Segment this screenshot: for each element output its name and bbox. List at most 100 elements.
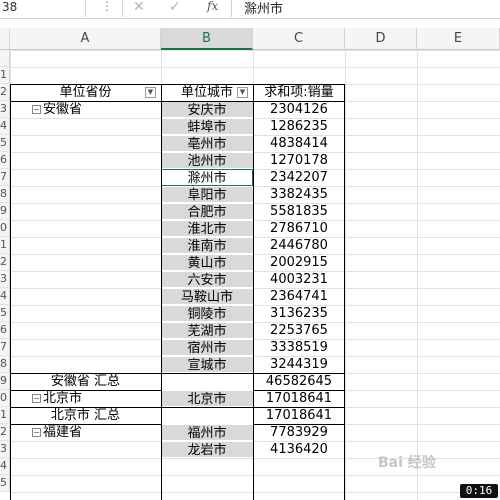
pivot-city-cell[interactable]: 北京市	[161, 390, 253, 407]
name-box[interactable]: 38	[0, 0, 86, 17]
row-header[interactable]: 9	[0, 373, 10, 390]
pivot-value-cell[interactable]: 17018641	[253, 390, 345, 407]
pivot-value-cell[interactable]: 4136420	[253, 441, 345, 458]
pivot-province-cell[interactable]	[10, 254, 161, 271]
pivot-province-cell[interactable]	[10, 237, 161, 254]
pivot-province-cell[interactable]	[10, 288, 161, 305]
pivot-value-cell[interactable]: 1286235	[253, 118, 345, 135]
pivot-province-cell[interactable]	[10, 152, 161, 169]
row-header[interactable]: 3	[0, 271, 10, 288]
row-header[interactable]: 0	[0, 390, 10, 407]
column-header-e[interactable]: E	[417, 28, 500, 50]
pivot-city-cell[interactable]: 合肥市	[161, 203, 253, 220]
row-header[interactable]	[0, 50, 10, 67]
row-header[interactable]: 5	[0, 305, 10, 322]
row-header[interactable]: 5	[0, 475, 10, 492]
pivot-city-cell[interactable]: 马鞍山市	[161, 288, 253, 305]
pivot-city-cell[interactable]: 铜陵市	[161, 305, 253, 322]
pivot-city-cell[interactable]: 六安市	[161, 271, 253, 288]
pivot-city-cell[interactable]: 龙岩市	[161, 441, 253, 458]
pivot-city-cell[interactable]: 宣城市	[161, 356, 253, 373]
pivot-city-cell[interactable]	[161, 373, 253, 390]
row-header[interactable]: 6	[0, 152, 10, 169]
row-header[interactable]: 8	[0, 186, 10, 203]
pivot-value-cell[interactable]: 46582645	[253, 373, 345, 390]
row-header[interactable]: 0	[0, 220, 10, 237]
row-header[interactable]: 4	[0, 118, 10, 135]
pivot-value-cell[interactable]: 5581835	[253, 203, 345, 220]
insert-function-icon[interactable]: fx	[207, 0, 218, 13]
row-header[interactable]: 2	[0, 424, 10, 441]
confirm-icon[interactable]: ✓	[169, 0, 181, 15]
column-header-b[interactable]: B	[161, 28, 253, 50]
row-header[interactable]: 1	[0, 407, 10, 424]
pivot-city-cell[interactable]: 黄山市	[161, 254, 253, 271]
pivot-city-cell[interactable]: 宿州市	[161, 339, 253, 356]
formula-input[interactable]: 滁州市	[244, 0, 283, 17]
pivot-province-cell[interactable]	[10, 135, 161, 152]
pivot-province-cell[interactable]	[10, 186, 161, 203]
pivot-value-cell[interactable]: 3244319	[253, 356, 345, 373]
pivot-province-cell[interactable]	[10, 271, 161, 288]
pivot-province-cell[interactable]	[10, 118, 161, 135]
pivot-province-cell[interactable]	[10, 322, 161, 339]
select-all-corner[interactable]	[0, 28, 10, 50]
pivot-province-cell[interactable]	[10, 356, 161, 373]
pivot-value-cell[interactable]: 17018641	[253, 407, 345, 424]
row-header[interactable]: 6	[0, 322, 10, 339]
collapse-icon[interactable]: −	[32, 394, 41, 403]
row-header[interactable]: 5	[0, 135, 10, 152]
column-header-c[interactable]: C	[253, 28, 345, 50]
row-header[interactable]: 1	[0, 67, 10, 84]
pivot-city-cell[interactable]: 池州市	[161, 152, 253, 169]
pivot-city-cell[interactable]: 安庆市	[161, 101, 253, 118]
pivot-province-cell[interactable]	[10, 169, 161, 186]
pivot-value-cell[interactable]: 2304126	[253, 101, 345, 118]
pivot-province-cell[interactable]	[10, 305, 161, 322]
pivot-value-cell[interactable]: 2364741	[253, 288, 345, 305]
pivot-province-cell[interactable]	[10, 339, 161, 356]
active-cell[interactable]: 滁州市	[161, 169, 253, 186]
pivot-city-cell[interactable]: 亳州市	[161, 135, 253, 152]
row-header[interactable]: 7	[0, 339, 10, 356]
pivot-province-cell[interactable]	[10, 220, 161, 237]
pivot-value-cell[interactable]: 3338519	[253, 339, 345, 356]
filter-dropdown-icon[interactable]: ▼	[237, 87, 248, 98]
pivot-province-cell[interactable]: − 北京市	[10, 390, 161, 407]
pivot-value-cell[interactable]: 2002915	[253, 254, 345, 271]
pivot-province-cell[interactable]: 安徽省 汇总	[10, 373, 161, 390]
pivot-value-cell[interactable]: 3136235	[253, 305, 345, 322]
row-header[interactable]: 9	[0, 203, 10, 220]
row-header[interactable]: 4	[0, 458, 10, 475]
pivot-city-cell[interactable]: 淮南市	[161, 237, 253, 254]
pivot-value-cell[interactable]: 3382435	[253, 186, 345, 203]
pivot-province-cell[interactable]: − 安徽省	[10, 101, 161, 118]
pivot-province-cell[interactable]	[10, 441, 161, 458]
pivot-value-cell[interactable]: 2342207	[253, 169, 345, 186]
pivot-province-cell[interactable]	[10, 203, 161, 220]
pivot-province-cell[interactable]: 北京市 汇总	[10, 407, 161, 424]
pivot-value-cell[interactable]: 1270178	[253, 152, 345, 169]
filter-dropdown-icon[interactable]: ▼	[145, 87, 156, 98]
row-header[interactable]: 3	[0, 101, 10, 118]
row-header[interactable]: 1	[0, 237, 10, 254]
row-header[interactable]: 2	[0, 254, 10, 271]
more-options-icon[interactable]: ⋮	[101, 0, 113, 13]
pivot-value-cell[interactable]: 4838414	[253, 135, 345, 152]
row-header[interactable]: 7	[0, 169, 10, 186]
pivot-value-cell[interactable]: 4003231	[253, 271, 345, 288]
pivot-province-cell[interactable]: − 福建省	[10, 424, 161, 441]
pivot-city-cell[interactable]: 芜湖市	[161, 322, 253, 339]
pivot-value-cell[interactable]: 2786710	[253, 220, 345, 237]
pivot-city-cell[interactable]	[161, 407, 253, 424]
row-header[interactable]: 4	[0, 288, 10, 305]
column-header-d[interactable]: D	[345, 28, 417, 50]
column-header-a[interactable]: A	[10, 28, 161, 50]
row-header[interactable]: 2	[0, 84, 10, 101]
pivot-city-cell[interactable]: 福州市	[161, 424, 253, 441]
row-header[interactable]: 3	[0, 441, 10, 458]
pivot-city-cell[interactable]: 阜阳市	[161, 186, 253, 203]
pivot-value-cell[interactable]: 7783929	[253, 424, 345, 441]
pivot-value-cell[interactable]: 2253765	[253, 322, 345, 339]
pivot-header-province[interactable]: 单位省份	[10, 84, 161, 101]
